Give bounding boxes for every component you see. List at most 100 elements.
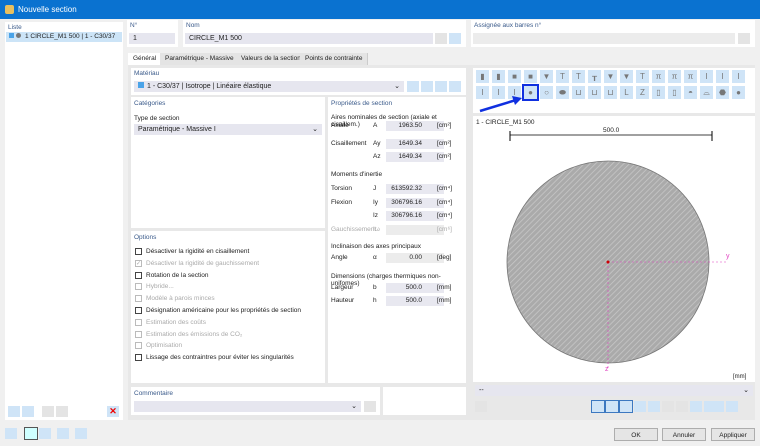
- shape-button[interactable]: ┰: [588, 70, 601, 83]
- shape-button[interactable]: ⬬: [556, 86, 569, 99]
- shape-button[interactable]: ⊔: [588, 86, 601, 99]
- axial-field[interactable]: 1963.50: [386, 121, 444, 131]
- width-field[interactable]: 500.0: [386, 283, 444, 293]
- edit-name-icon[interactable]: [435, 33, 447, 44]
- shape-button[interactable]: T: [572, 70, 585, 83]
- list-item[interactable]: 1 CIRCLE_M1 500 | 1 - C30/37: [6, 32, 122, 42]
- shape-button[interactable]: ▯: [668, 86, 681, 99]
- angle-field[interactable]: 0.00: [386, 253, 444, 263]
- print-icon[interactable]: [704, 401, 724, 412]
- checkbox[interactable]: [135, 307, 142, 314]
- torsion-field[interactable]: 613592.32: [386, 184, 444, 194]
- shape-button[interactable]: ▼: [620, 70, 633, 83]
- shape-button[interactable]: T: [636, 70, 649, 83]
- comment-edit-icon[interactable]: [364, 401, 376, 412]
- width-symbol: b: [373, 284, 377, 291]
- shape-button[interactable]: Z: [636, 86, 649, 99]
- shape-button[interactable]: L: [620, 86, 633, 99]
- shape-button[interactable]: ▮: [476, 70, 489, 83]
- edit-material-icon[interactable]: [435, 81, 447, 92]
- checkbox[interactable]: [135, 248, 142, 255]
- copy-section-icon[interactable]: [22, 406, 34, 417]
- centroid: [607, 261, 610, 264]
- material-select[interactable]: 1 - C30/37 | Isotrope | Linéaire élastiq…: [134, 81, 404, 92]
- height-symbol: h: [373, 297, 377, 304]
- delete-icon[interactable]: ✕: [107, 406, 119, 417]
- option-american-designation[interactable]: Désignation américaine pour les propriét…: [135, 306, 301, 316]
- shape-button[interactable]: ▮: [492, 70, 505, 83]
- warping-field: [386, 225, 444, 235]
- check-icon: [42, 406, 54, 417]
- units-icon[interactable]: [5, 428, 17, 439]
- shape-button[interactable]: ●: [732, 86, 745, 99]
- shape-button[interactable]: ○: [540, 86, 553, 99]
- shape-button[interactable]: ⊔: [572, 86, 585, 99]
- tab-general[interactable]: Général: [128, 53, 162, 65]
- material-library-icon[interactable]: [407, 81, 419, 92]
- tab-stress-points[interactable]: Points de contrainte: [300, 53, 368, 65]
- shape-button[interactable]: ▯: [652, 86, 665, 99]
- display-icon[interactable]: [25, 428, 37, 439]
- material-options-icon[interactable]: [449, 81, 461, 92]
- checkbox[interactable]: [135, 354, 142, 361]
- height-label: Hauteur: [331, 297, 354, 304]
- info-icon[interactable]: [39, 428, 51, 439]
- show-parts-icon[interactable]: [648, 401, 660, 412]
- shape-button[interactable]: I: [716, 70, 729, 83]
- chevron-down-icon: ⌄: [351, 401, 357, 412]
- option-disable-shear-stiffness[interactable]: Désactiver la rigidité en cisaillement: [135, 247, 249, 257]
- shape-button[interactable]: ■: [524, 70, 537, 83]
- comment-input[interactable]: ⌄: [134, 401, 361, 412]
- shape-button[interactable]: ▼: [540, 70, 553, 83]
- preview-settings-icon[interactable]: [475, 401, 487, 412]
- shape-button[interactable]: I: [732, 70, 745, 83]
- tab-section-values[interactable]: Valeurs de la section: [236, 53, 307, 65]
- shape-button[interactable]: ⬣: [716, 86, 729, 99]
- checkbox: [135, 342, 142, 349]
- ok-button[interactable]: OK: [614, 428, 658, 441]
- zoom-reset-icon[interactable]: [726, 401, 738, 412]
- list-label: Liste: [8, 24, 22, 31]
- shape-button[interactable]: ■: [508, 70, 521, 83]
- formula-icon[interactable]: [75, 428, 87, 439]
- uncheck-icon: [56, 406, 68, 417]
- preview-select[interactable]: --⌄: [475, 385, 753, 396]
- help-icon[interactable]: [57, 428, 69, 439]
- shape-button[interactable]: I: [700, 70, 713, 83]
- shape-button[interactable]: ◓: [684, 86, 697, 99]
- height-field[interactable]: 500.0: [386, 296, 444, 306]
- tab-parametric[interactable]: Paramétrique - Massive I: [160, 53, 243, 65]
- shape-toolbar: ▮▮■■▼TT┰▼▼TπππIIIIII●○⬬⊔⊔⊔LZ▯▯◓⌓⬣●: [473, 68, 755, 113]
- checkbox[interactable]: [135, 272, 142, 279]
- shear_z-field[interactable]: 1649.34: [386, 152, 444, 162]
- categories-label: Catégories: [134, 100, 165, 107]
- option-section-rotation[interactable]: Rotation de la section: [135, 271, 209, 281]
- flex_z-field[interactable]: 306796.16: [386, 211, 444, 221]
- select-members-icon[interactable]: [738, 33, 750, 44]
- apply-button[interactable]: Appliquer: [711, 428, 755, 441]
- shape-button[interactable]: ⌓: [700, 86, 713, 99]
- grid-icon[interactable]: [690, 401, 702, 412]
- flex_y-field[interactable]: 306796.16: [386, 198, 444, 208]
- shape-button[interactable]: π: [652, 70, 665, 83]
- number-field[interactable]: 1: [129, 33, 175, 44]
- library-icon[interactable]: [449, 33, 461, 44]
- shear_y-field[interactable]: 1649.34: [386, 139, 444, 149]
- shape-button[interactable]: ▼: [604, 70, 617, 83]
- option-stress-smoothing[interactable]: Lissage des contraintres pour éviter les…: [135, 353, 294, 363]
- show-axes-icon[interactable]: [620, 401, 632, 412]
- show-stress-points-icon[interactable]: [634, 401, 646, 412]
- show-section-icon[interactable]: [606, 401, 618, 412]
- shape-button[interactable]: π: [668, 70, 681, 83]
- shape-button[interactable]: ⊔: [604, 86, 617, 99]
- shape-button[interactable]: T: [556, 70, 569, 83]
- section-type-value: Paramétrique - Massive I: [138, 126, 216, 133]
- name-field[interactable]: CIRCLE_M1 500: [185, 33, 433, 44]
- show-dimensions-icon[interactable]: [592, 401, 604, 412]
- cancel-button[interactable]: Annuler: [662, 428, 706, 441]
- new-material-icon[interactable]: [421, 81, 433, 92]
- assigned-members-field[interactable]: [473, 33, 735, 44]
- section-type-select[interactable]: Paramétrique - Massive I⌄: [134, 124, 322, 135]
- new-section-icon[interactable]: [8, 406, 20, 417]
- shape-button[interactable]: π: [684, 70, 697, 83]
